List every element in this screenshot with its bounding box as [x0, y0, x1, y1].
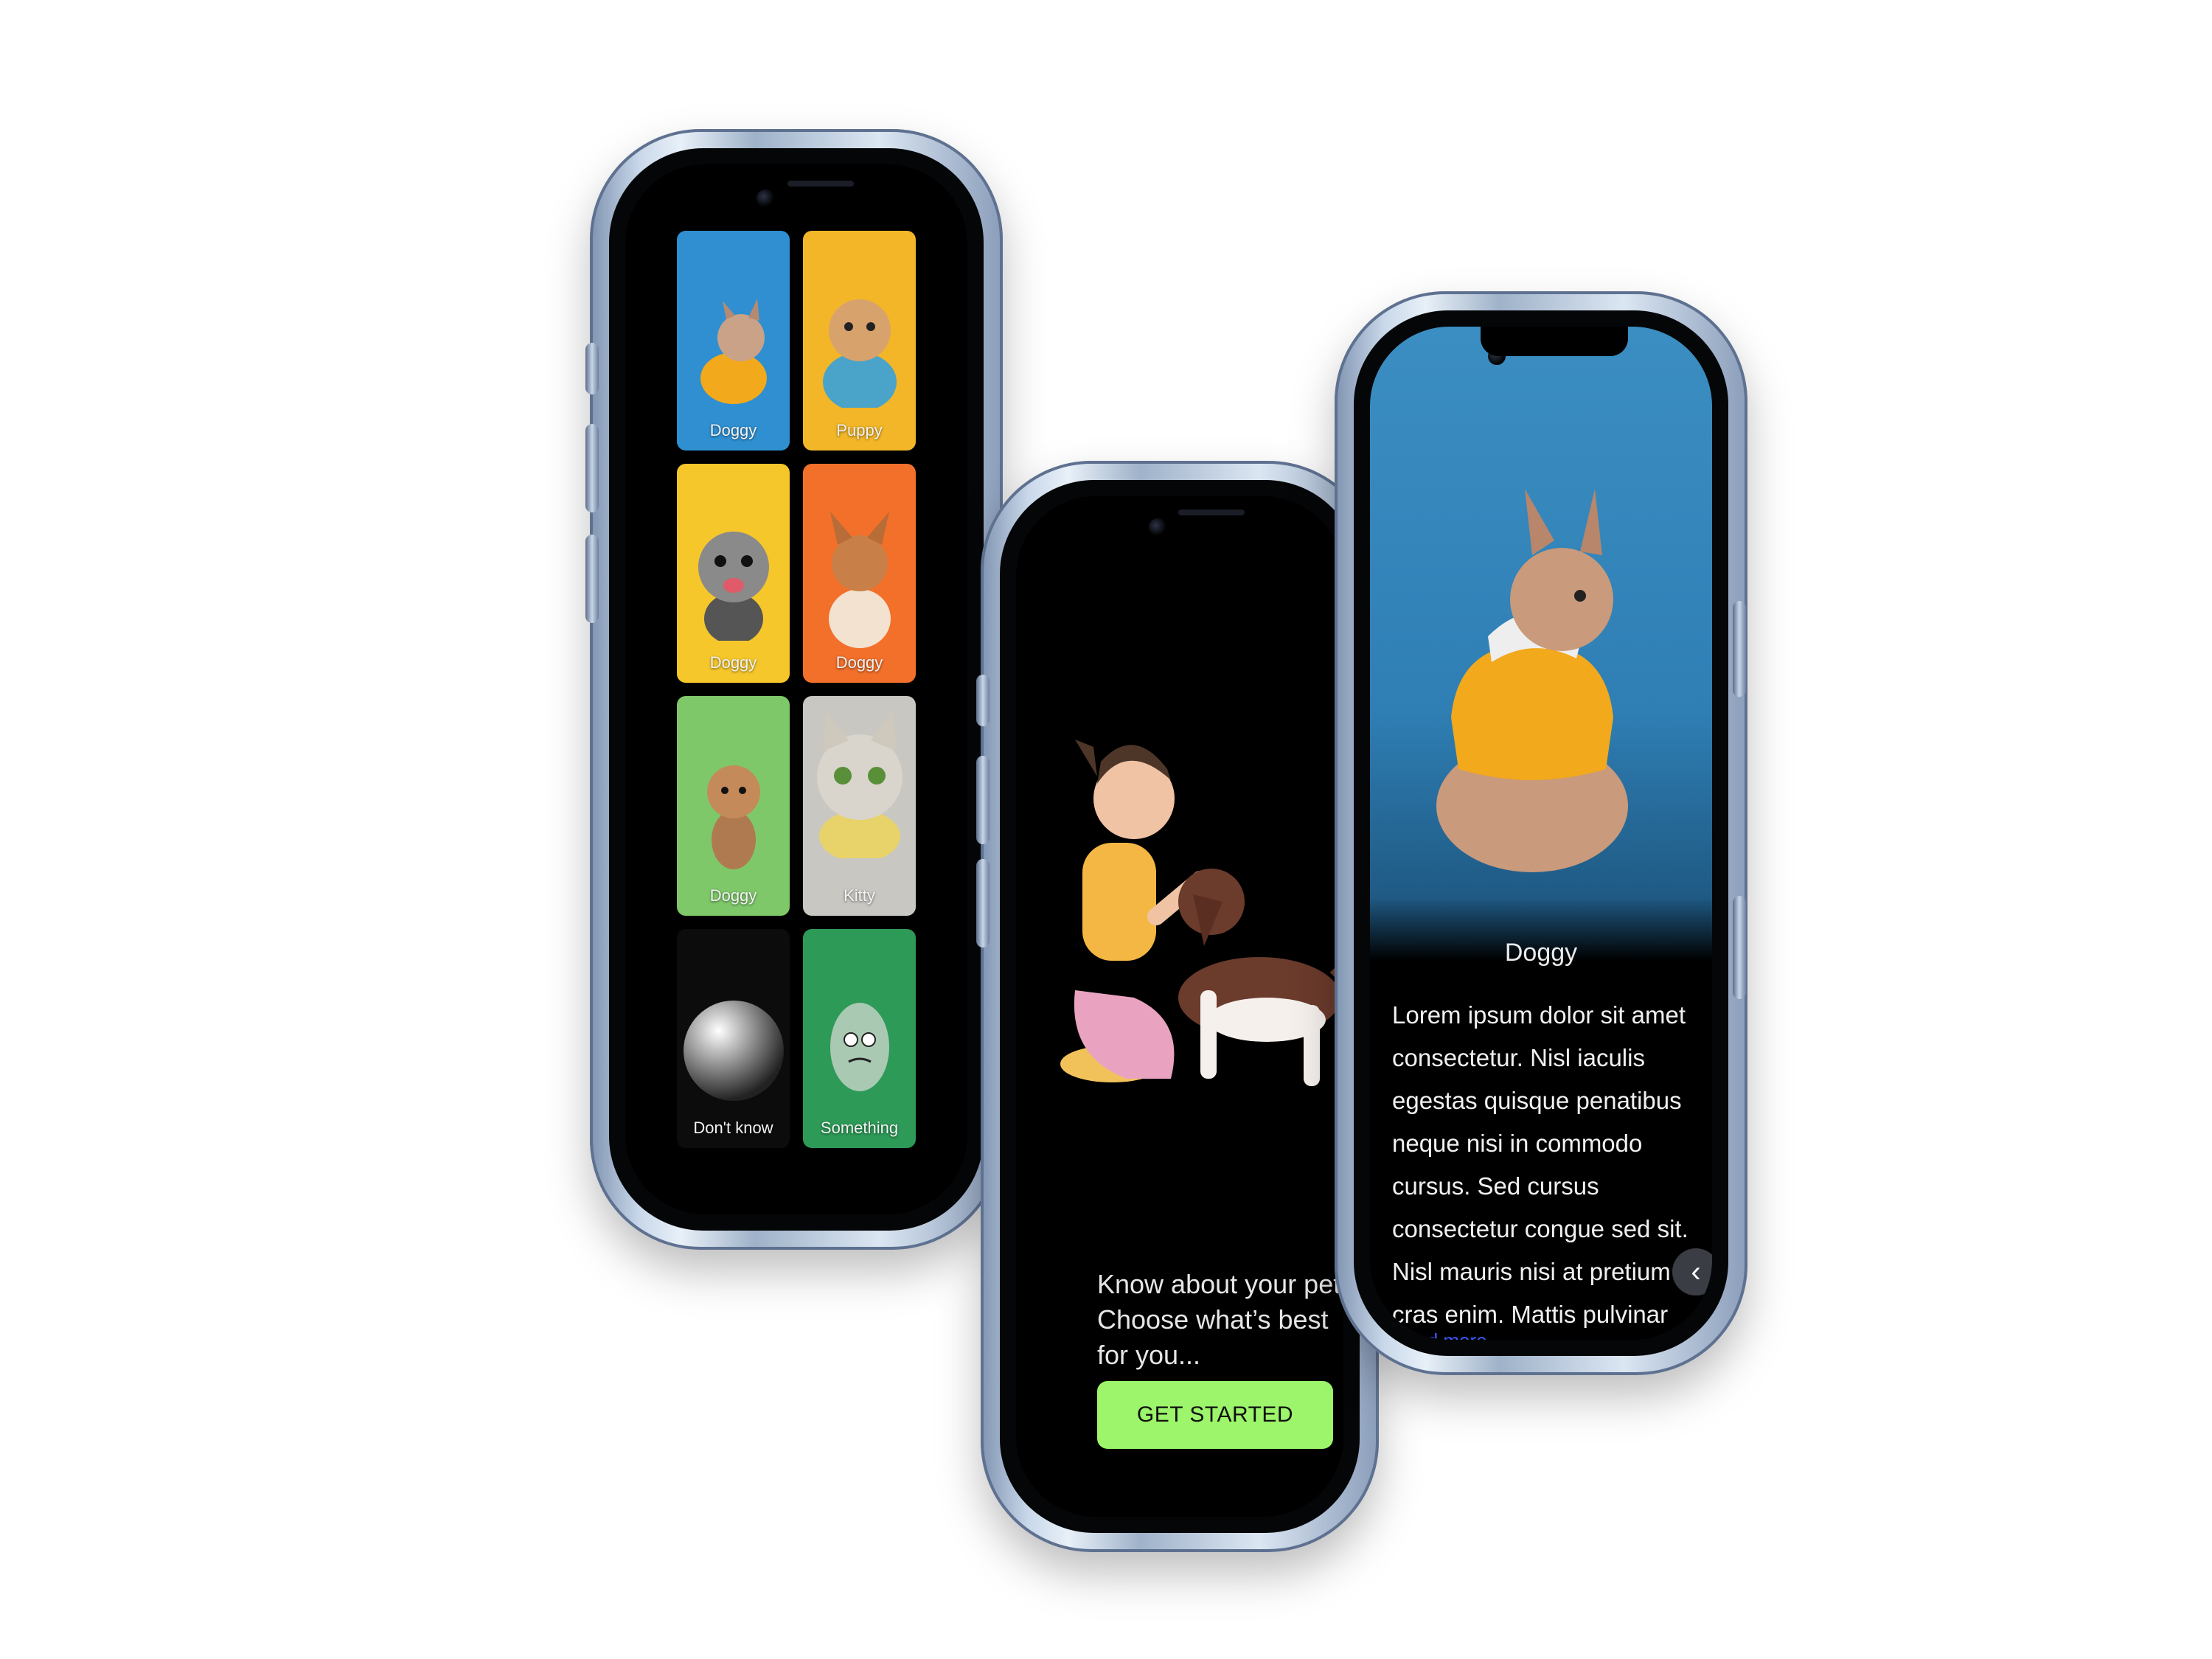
cat-icon	[816, 711, 902, 858]
pet-description: Lorem ipsum dolor sit amet consectetur. …	[1392, 1001, 1697, 1328]
speaker	[787, 181, 854, 187]
tile-label: Something	[820, 1119, 899, 1137]
girl-with-dog-illustration	[1060, 740, 1343, 1086]
grid-screen: Doggy Puppy Doggy Doggy Doggy Kitty Don'…	[625, 164, 967, 1214]
pet-photo	[1370, 327, 1712, 961]
read-more-link[interactable]: Read more...	[1392, 1329, 1503, 1340]
pet-tile[interactable]: Don't know	[677, 928, 790, 1148]
tile-label: Doggy	[709, 886, 757, 905]
tile-label: Don't know	[693, 1119, 773, 1137]
front-camera-icon	[757, 189, 774, 207]
pet-tile[interactable]: Kitty	[803, 696, 916, 916]
front-camera-icon	[1149, 518, 1166, 536]
side-button	[976, 859, 990, 947]
dog-icon	[698, 531, 769, 641]
speaker	[1178, 509, 1245, 515]
side-button	[585, 343, 599, 394]
french-bulldog-illustration	[1436, 489, 1628, 872]
dog-icon	[828, 511, 891, 648]
get-started-button[interactable]: GET STARTED	[1097, 1381, 1333, 1449]
pet-tile[interactable]: Doggy	[677, 231, 790, 451]
side-button	[585, 424, 599, 512]
pet-tile[interactable]: Doggy	[803, 463, 916, 683]
pet-tile[interactable]: Doggy	[677, 463, 790, 683]
side-button	[976, 756, 990, 844]
side-button	[1733, 896, 1746, 999]
tile-label: Doggy	[835, 653, 883, 672]
tile-label: Kitty	[844, 886, 875, 905]
detail-screen: Doggy Lorem ipsum dolor sit amet consect…	[1370, 327, 1712, 1340]
side-button	[585, 535, 599, 623]
intro-line-2: Choose what’s best for you...	[1097, 1304, 1329, 1370]
phone-grid: Doggy Puppy Doggy Doggy Doggy Kitty Don'…	[585, 129, 1003, 1250]
intro-line-1: Know about your pet	[1097, 1269, 1341, 1299]
dog-icon	[700, 299, 767, 404]
tile-label: Doggy	[709, 653, 757, 672]
pet-tile[interactable]: Doggy	[677, 696, 790, 916]
tile-label: Puppy	[836, 420, 883, 439]
dog-icon	[706, 765, 760, 869]
side-button	[976, 675, 990, 726]
pet-tile[interactable]: Something	[803, 928, 916, 1148]
sphere-icon	[683, 1000, 784, 1101]
pet-grid: Doggy Puppy Doggy Doggy Doggy Kitty Don'…	[677, 231, 916, 1148]
side-button	[1733, 601, 1746, 697]
phone-detail: Doggy Lorem ipsum dolor sit amet consect…	[1335, 291, 1747, 1375]
tile-label: Doggy	[709, 420, 757, 439]
phone-intro: Know about your pet Choose what’s best f…	[976, 461, 1379, 1552]
intro-screen: Know about your pet Choose what’s best f…	[1016, 496, 1343, 1517]
egg-icon	[830, 1002, 889, 1091]
pet-tile[interactable]: Puppy	[803, 231, 916, 451]
intro-headline: Know about your pet Choose what’s best f…	[1097, 1267, 1343, 1373]
notch	[1481, 327, 1628, 356]
pet-name: Doggy	[1504, 939, 1578, 967]
chevron-left-icon: ‹	[1691, 1255, 1701, 1288]
dog-icon	[822, 299, 897, 408]
